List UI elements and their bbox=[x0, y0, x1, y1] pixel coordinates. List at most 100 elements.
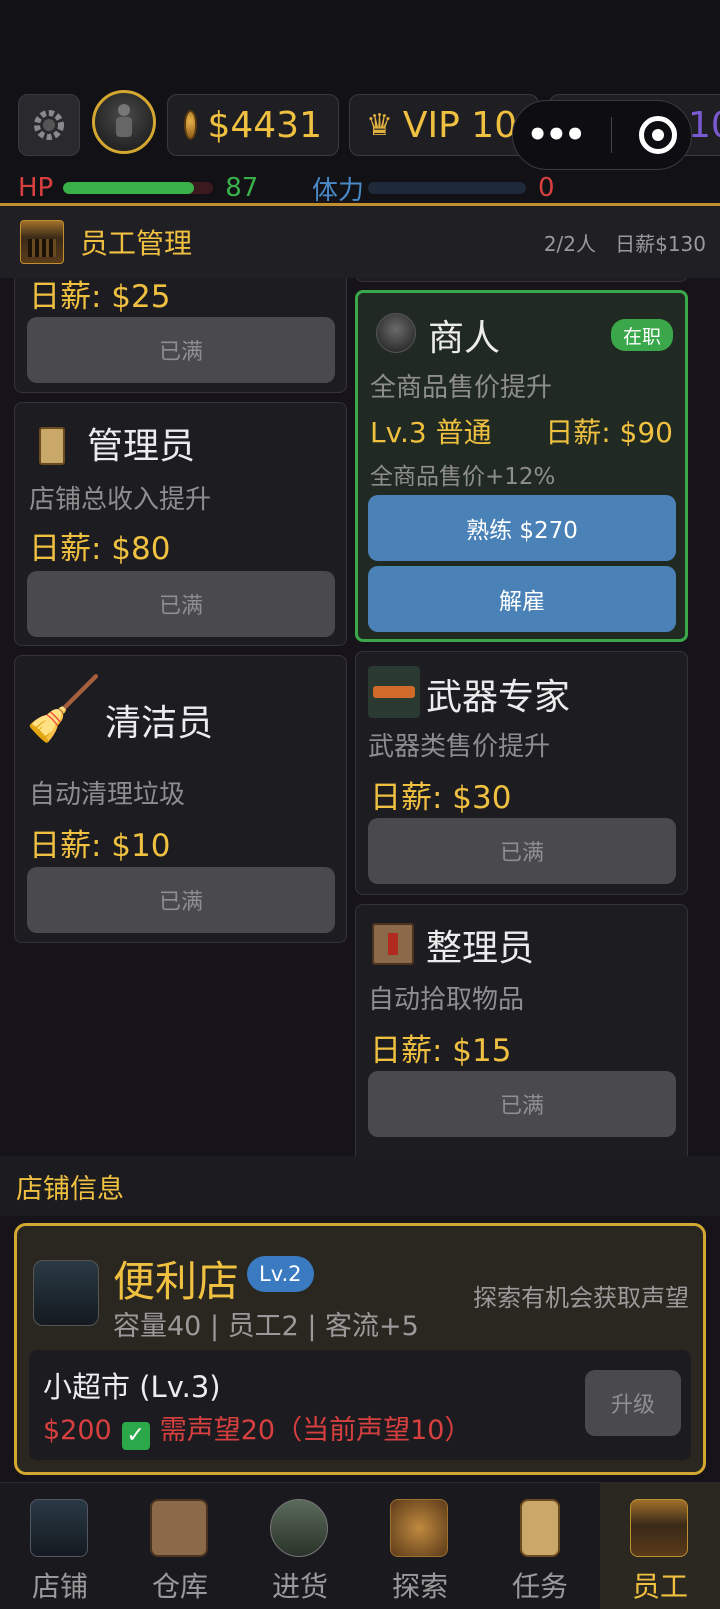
stamina-value: 0 bbox=[538, 173, 555, 203]
staff-card-partial: 日薪: $25 已满 bbox=[14, 278, 347, 393]
vip-display[interactable]: ♛ VIP 10 bbox=[349, 94, 539, 156]
staff-wage: 日薪: $10 bbox=[29, 828, 171, 864]
more-dots-icon[interactable]: ••• bbox=[527, 115, 586, 155]
task-icon bbox=[520, 1499, 560, 1557]
upgrade-cost: $200 bbox=[43, 1415, 112, 1446]
settings-gear-button[interactable] bbox=[18, 94, 80, 156]
shop-icon bbox=[30, 1499, 88, 1557]
staff-summary: 2/2人 日薪$130 bbox=[544, 228, 706, 257]
staff-card-merchant: 商人 在职 全商品售价提升 Lv.3 普通 日薪: $90 全商品售价+12% … bbox=[355, 290, 688, 642]
hire-button-full[interactable]: 已满 bbox=[368, 1071, 676, 1137]
staff-card-manager: 管理员 店铺总收入提升 日薪: $80 已满 bbox=[14, 402, 347, 646]
app-screen: $4431 ♛ VIP 10 声望 10 ••• HP 87 体力 0 bbox=[0, 0, 720, 1609]
staff-poster-icon bbox=[20, 220, 64, 264]
hp-bar-fill bbox=[63, 182, 194, 194]
crown-icon: ♛ bbox=[366, 107, 393, 143]
nav-item-explore[interactable]: 探索 bbox=[360, 1483, 480, 1609]
staff-title: 整理员 bbox=[426, 928, 535, 969]
staff-header: 员工管理 2/2人 日薪$130 bbox=[0, 206, 720, 278]
staff-wage: 日薪: $30 bbox=[370, 780, 512, 816]
merchant-portrait-icon bbox=[376, 313, 416, 353]
section-title: 店铺信息 bbox=[16, 1173, 124, 1205]
upgrade-title: 小超市 (Lv.3) bbox=[43, 1370, 221, 1404]
supply-box-icon bbox=[372, 923, 414, 965]
hire-button-full[interactable]: 已满 bbox=[27, 571, 335, 637]
staff-icon bbox=[630, 1499, 688, 1557]
shop-icon bbox=[33, 1260, 99, 1326]
shop-stats: 容量40 | 员工2 | 客流+5 bbox=[113, 1311, 419, 1342]
clipboard-icon bbox=[39, 427, 65, 465]
explore-icon bbox=[390, 1499, 448, 1557]
fire-button[interactable]: 解雇 bbox=[368, 566, 676, 632]
staff-count: 2/2人 bbox=[543, 231, 597, 256]
staff-title: 武器专家 bbox=[426, 677, 571, 718]
shop-info-header: 店铺信息 bbox=[0, 1156, 720, 1216]
staff-card-partial-right bbox=[355, 278, 688, 282]
nav-label: 仓库 bbox=[151, 1570, 208, 1603]
hire-button-full[interactable]: 已满 bbox=[27, 317, 335, 383]
avatar[interactable] bbox=[92, 90, 156, 154]
staff-desc: 武器类售价提升 bbox=[368, 732, 551, 762]
staff-wage: 日薪: $80 bbox=[29, 531, 171, 567]
nav-label: 探索 bbox=[391, 1570, 448, 1603]
staff-wage: 日薪: $90 bbox=[545, 416, 673, 449]
status-badge: 在职 bbox=[610, 319, 673, 351]
shop-hint: 探索有机会获取声望 bbox=[473, 1284, 689, 1312]
hire-button-full[interactable]: 已满 bbox=[368, 818, 676, 884]
staff-card-organizer: 整理员 自动拾取物品 日薪: $15 已满 bbox=[355, 904, 688, 1156]
hp-bar bbox=[63, 182, 214, 194]
staff-wage: 日薪: $15 bbox=[370, 1033, 512, 1069]
staff-effect: 全商品售价+12% bbox=[370, 464, 556, 490]
status-area: $4431 ♛ VIP 10 声望 10 ••• HP 87 体力 0 bbox=[0, 0, 720, 206]
staff-desc: 自动拾取物品 bbox=[368, 985, 525, 1015]
hp-value: 87 bbox=[225, 173, 259, 203]
staff-card-weapon-expert: 武器专家 武器类售价提升 日薪: $30 已满 bbox=[355, 651, 688, 895]
capsule-divider bbox=[610, 117, 612, 153]
nav-item-staff[interactable]: 员工 bbox=[600, 1483, 720, 1609]
staff-wage: 日薪: $25 bbox=[29, 279, 171, 315]
nav-label: 任务 bbox=[511, 1570, 568, 1603]
money-display: $4431 bbox=[167, 94, 339, 156]
staff-title: 清洁员 bbox=[105, 703, 214, 744]
upgrade-reputation-req: 需声望20（当前声望10） bbox=[159, 1415, 472, 1446]
shop-card: 便利店 Lv.2 探索有机会获取声望 容量40 | 员工2 | 客流+5 小超市… bbox=[14, 1223, 706, 1475]
nav-item-restock[interactable]: 进货 bbox=[240, 1483, 360, 1609]
nav-label: 进货 bbox=[271, 1570, 328, 1603]
shop-name: 便利店 bbox=[113, 1257, 240, 1306]
stamina-label: 体力 bbox=[312, 175, 365, 206]
staff-desc: 全商品售价提升 bbox=[370, 373, 553, 403]
staff-daily-wage: 日薪$130 bbox=[615, 231, 706, 256]
stamina-bar bbox=[368, 182, 527, 194]
staff-desc: 自动清理垃圾 bbox=[29, 780, 186, 810]
reputation-value: 10 bbox=[688, 104, 720, 146]
staff-desc: 店铺总收入提升 bbox=[29, 485, 212, 515]
warehouse-icon bbox=[150, 1499, 208, 1557]
close-target-icon[interactable] bbox=[639, 116, 678, 154]
upgrade-requirements: $200 ✓ 需声望20（当前声望10） bbox=[43, 1408, 471, 1450]
upgrade-panel: 小超市 (Lv.3) $200 ✓ 需声望20（当前声望10） 升级 bbox=[29, 1350, 691, 1460]
train-button[interactable]: 熟练 $270 bbox=[368, 495, 676, 561]
shop-level-badge: Lv.2 bbox=[247, 1256, 314, 1292]
broom-icon: 🧹 bbox=[25, 672, 103, 745]
nav-label: 员工 bbox=[631, 1570, 688, 1603]
staff-list[interactable]: 日薪: $25 已满 管理员 店铺总收入提升 日薪: $80 已满 🧹 清洁员 … bbox=[0, 278, 720, 1156]
check-icon: ✓ bbox=[121, 1422, 150, 1450]
upgrade-button[interactable]: 升级 bbox=[585, 1370, 681, 1436]
coin-icon bbox=[184, 110, 198, 140]
nav-item-task[interactable]: 任务 bbox=[480, 1483, 600, 1609]
nav-label: 店铺 bbox=[31, 1570, 88, 1603]
money-value: $4431 bbox=[207, 104, 322, 146]
hire-button-full[interactable]: 已满 bbox=[27, 867, 335, 933]
page-title: 员工管理 bbox=[80, 227, 193, 260]
hp-label: HP bbox=[18, 173, 54, 203]
nav-item-warehouse[interactable]: 仓库 bbox=[120, 1483, 240, 1609]
bottom-nav: 店铺 仓库 进货 探索 任务 员工 bbox=[0, 1482, 720, 1609]
staff-title: 管理员 bbox=[87, 426, 196, 467]
hp-row: HP 87 bbox=[18, 172, 258, 204]
restock-icon bbox=[270, 1499, 328, 1557]
staff-title: 商人 bbox=[428, 318, 501, 359]
staff-card-cleaner: 🧹 清洁员 自动清理垃圾 日薪: $10 已满 bbox=[14, 655, 347, 943]
player-figure-icon bbox=[116, 104, 132, 137]
nav-item-shop[interactable]: 店铺 bbox=[0, 1483, 120, 1609]
miniprogram-capsule: ••• bbox=[512, 100, 692, 170]
